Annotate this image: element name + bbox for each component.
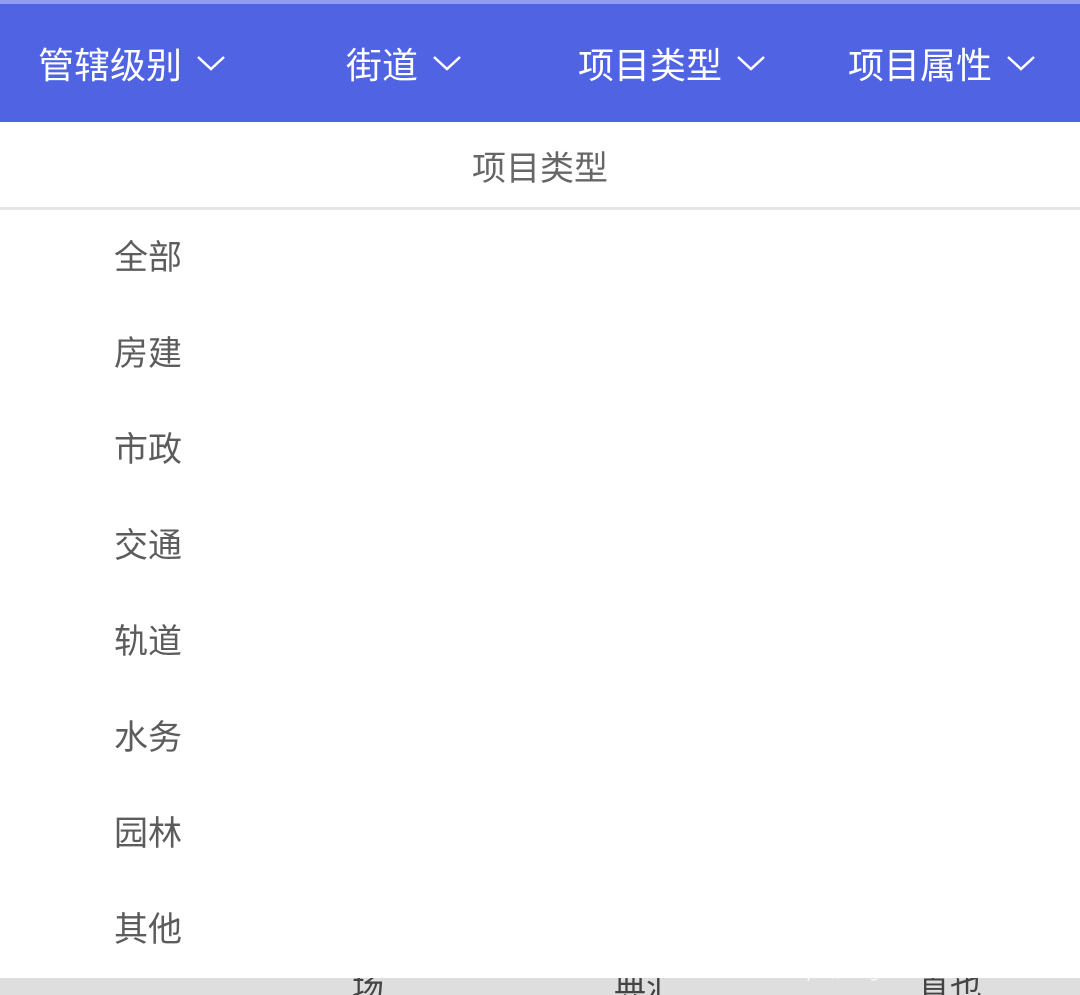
watermark: https://blog.csdn.net/u010355711 [782,962,1072,982]
filter-tab-label: 项目属性 [848,46,993,87]
option-item-landscape[interactable]: 园林 [0,786,1080,882]
chevron-down-icon [1006,54,1036,72]
filter-tab-street[interactable]: 街道 [346,4,462,122]
filter-tab-label: 管辖级别 [38,46,183,87]
option-item-housing[interactable]: 房建 [0,306,1080,402]
chevron-down-icon [736,54,766,72]
option-item-rail[interactable]: 轨道 [0,594,1080,690]
option-list: 全部 房建 市政 交通 轨道 水务 园林 其他 [0,210,1080,978]
filter-tab-label: 项目类型 [578,46,723,87]
filter-tab-label: 街道 [346,46,419,87]
option-item-municipal[interactable]: 市政 [0,402,1080,498]
filter-bar: 管辖级别 街道 项目类型 项目属性 [0,4,1080,122]
panel-title: 项目类型 [0,122,1080,208]
filter-tab-jurisdiction-level[interactable]: 管辖级别 [38,4,226,122]
filter-tab-project-attribute[interactable]: 项目属性 [848,4,1036,122]
option-item-all[interactable]: 全部 [0,210,1080,306]
option-item-transport[interactable]: 交通 [0,498,1080,594]
filter-tab-project-type[interactable]: 项目类型 [578,4,766,122]
chevron-down-icon [196,54,226,72]
chevron-down-icon [432,54,462,72]
option-item-water[interactable]: 水务 [0,690,1080,786]
background-text-fragment: 典汇 [614,978,678,995]
background-text-fragment: 场 [352,978,384,995]
